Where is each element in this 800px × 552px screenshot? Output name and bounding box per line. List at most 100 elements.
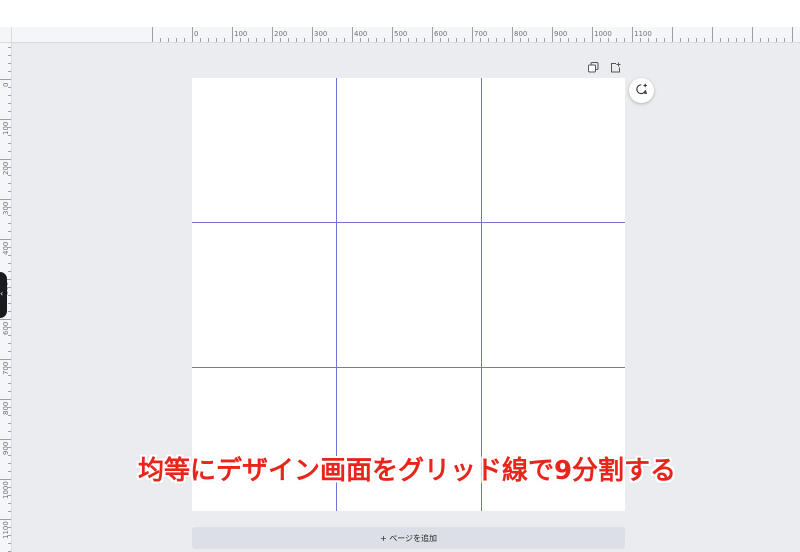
ruler-tick [672, 27, 673, 42]
ruler-tick [584, 38, 585, 42]
ruler-tick [472, 27, 473, 42]
ruler-tick [664, 38, 665, 42]
add-page-icon[interactable] [608, 60, 622, 74]
ruler-tick [8, 255, 11, 256]
ruler-label: 600 [434, 30, 448, 38]
ruler-tick [0, 519, 11, 520]
ruler-tick [560, 38, 561, 42]
ruler-tick [160, 38, 161, 42]
grid-line-vertical[interactable] [481, 78, 482, 511]
ruler-tick [8, 143, 11, 144]
ruler-tick [184, 38, 185, 42]
ruler-tick [0, 159, 11, 160]
ruler-label: 100 [2, 121, 10, 135]
grid-line-horizontal[interactable] [192, 222, 625, 223]
grid-line-horizontal[interactable] [192, 367, 625, 368]
ruler-tick [760, 38, 761, 42]
ruler-tick [656, 38, 657, 42]
ruler-tick [8, 503, 11, 504]
ruler-label: 200 [274, 30, 288, 38]
ruler-tick [8, 375, 11, 376]
ruler-tick [8, 183, 11, 184]
ruler-label: 1000 [594, 30, 612, 38]
ruler-tick [648, 38, 649, 42]
ruler-tick [464, 38, 465, 42]
ruler-tick [176, 38, 177, 42]
ruler-tick [168, 38, 169, 42]
ruler-tick [744, 38, 745, 42]
ruler-label: 300 [2, 201, 10, 215]
ruler-tick [8, 191, 11, 192]
ruler-tick [488, 38, 489, 42]
ruler-tick [528, 38, 529, 42]
ruler-tick [600, 38, 601, 42]
ruler-tick [784, 38, 785, 42]
comment-add-icon [635, 81, 648, 100]
ruler-tick [592, 27, 593, 42]
ruler-tick [152, 27, 153, 42]
ruler-tick [8, 263, 11, 264]
ruler-tick [200, 38, 201, 42]
ruler-tick [688, 38, 689, 42]
ruler-tick [512, 27, 513, 42]
ruler-label: 600 [2, 321, 10, 335]
ruler-tick [8, 471, 11, 472]
ruler-tick [520, 38, 521, 42]
ruler-tick [440, 38, 441, 42]
ruler-tick [736, 38, 737, 42]
ruler-tick [208, 38, 209, 42]
ruler-tick [384, 38, 385, 42]
ruler-label: 0 [194, 30, 199, 38]
ruler-label: 900 [2, 441, 10, 455]
ruler-label: 800 [514, 30, 528, 38]
ruler-tick [8, 223, 11, 224]
page-actions [586, 60, 622, 74]
ruler-tick [8, 215, 11, 216]
ruler-tick [8, 351, 11, 352]
ruler-label: 700 [474, 30, 488, 38]
ruler-tick [704, 38, 705, 42]
ruler-label: 500 [394, 30, 408, 38]
ruler-tick [0, 439, 11, 440]
ruler-label: 700 [2, 361, 10, 375]
ruler-label: 400 [2, 241, 10, 255]
ruler-label: 900 [554, 30, 568, 38]
ruler-tick [280, 38, 281, 42]
ruler-tick [8, 231, 11, 232]
ruler-tick [8, 151, 11, 152]
ruler-tick [480, 38, 481, 42]
ruler-tick [320, 38, 321, 42]
ruler-tick [192, 27, 193, 42]
ruler-tick [608, 38, 609, 42]
ruler-label: 1100 [2, 521, 10, 539]
ruler-tick [496, 38, 497, 42]
side-panel-tab[interactable]: ‹ [0, 272, 7, 318]
ruler-tick [624, 38, 625, 42]
ruler-tick [568, 38, 569, 42]
ruler-tick [8, 463, 11, 464]
ruler-tick [8, 55, 11, 56]
ruler-tick [8, 303, 11, 304]
ruler-tick [8, 135, 11, 136]
ruler-tick [376, 38, 377, 42]
editor-app: 0 100 200 300 400 500 600 700 800 900 1000 1100 0 10… [0, 0, 800, 552]
ruler-tick [456, 38, 457, 42]
duplicate-icon[interactable] [586, 60, 600, 74]
grid-line-vertical[interactable] [336, 78, 337, 511]
ruler-tick [8, 343, 11, 344]
comment-button[interactable] [629, 78, 654, 103]
ruler-tick [0, 319, 11, 320]
design-canvas[interactable] [192, 78, 625, 511]
ruler-label: 400 [354, 30, 368, 38]
ruler-tick [264, 38, 265, 42]
ruler-tick [336, 38, 337, 42]
add-page-button[interactable]: + ページを追加 [192, 527, 625, 549]
ruler-label: 100 [234, 30, 248, 38]
ruler-tick [8, 95, 11, 96]
ruler-label: 1100 [634, 30, 652, 38]
ruler-tick [8, 103, 11, 104]
ruler-tick [304, 38, 305, 42]
horizontal-ruler[interactable]: 0 100 200 300 400 500 600 700 800 900 1000 1100 [12, 27, 800, 43]
ruler-tick [296, 38, 297, 42]
ruler-tick [0, 119, 11, 120]
